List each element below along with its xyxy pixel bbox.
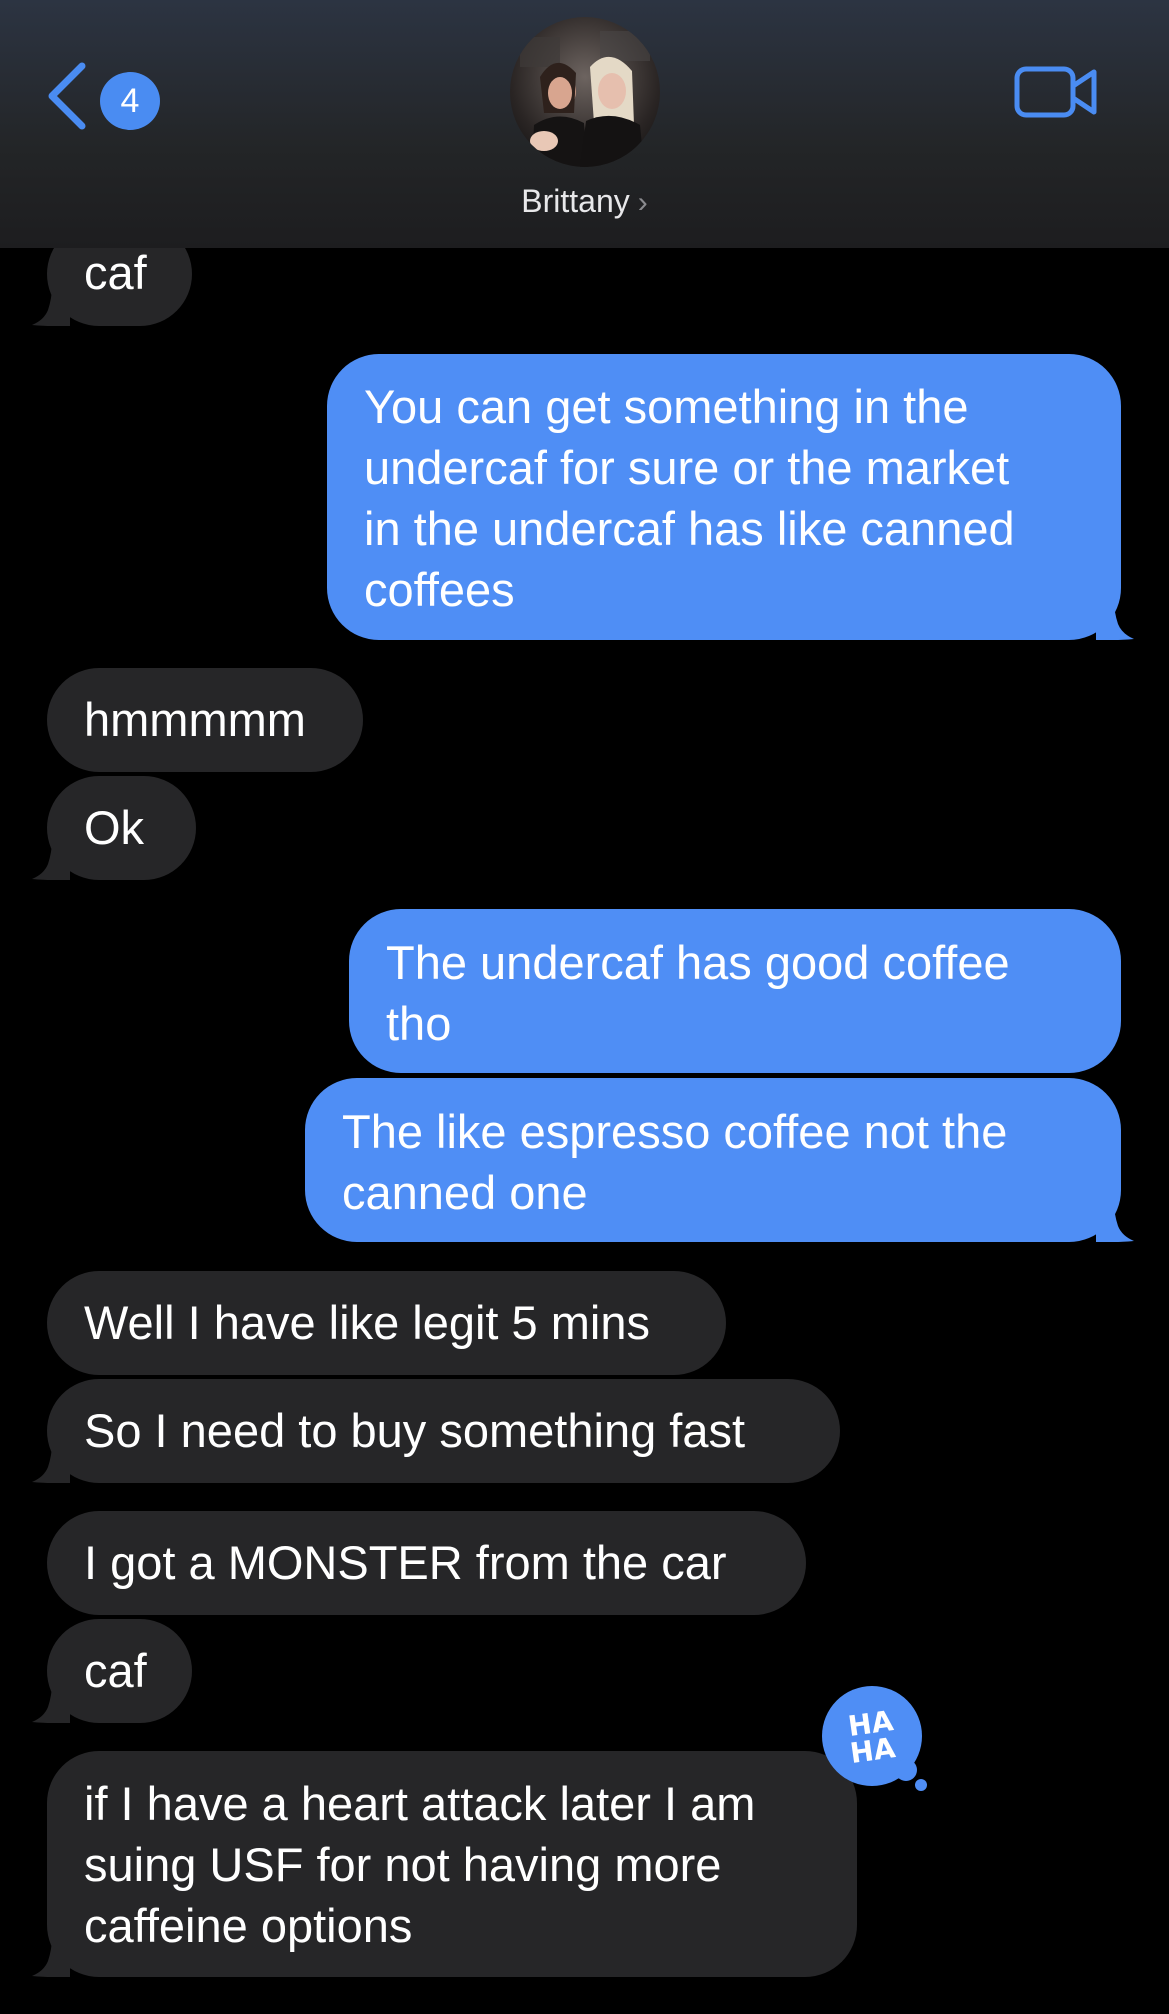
message-line: coffees	[364, 563, 515, 616]
message-line: caffeine options	[84, 1899, 413, 1952]
incoming-message[interactable]: hmmmmm	[47, 668, 363, 772]
conversation-header: 4 Brittany ›	[0, 0, 1169, 248]
message-text: caf	[84, 246, 147, 299]
message-text: Ok	[84, 801, 145, 854]
contact-avatar[interactable]	[510, 17, 660, 167]
incoming-bubble-tail	[32, 1683, 70, 1723]
contact-name: Brittany	[521, 183, 630, 219]
outgoing-message[interactable]: The like espresso coffee not the canned …	[305, 1078, 1121, 1242]
incoming-bubble-tail	[32, 286, 70, 326]
message-text: I got a MONSTER from the car	[84, 1536, 727, 1589]
outgoing-bubble-tail	[1096, 600, 1134, 640]
outgoing-message[interactable]: You can get something in the undercaf fo…	[327, 354, 1121, 640]
video-camera-icon[interactable]	[1014, 64, 1098, 120]
incoming-message[interactable]: if I have a heart attack later I am suin…	[47, 1751, 857, 1977]
incoming-message[interactable]: So I need to buy something fast	[47, 1379, 840, 1483]
contact-name-row[interactable]: Brittany ›	[0, 176, 1169, 228]
message-text: So I need to buy something fast	[84, 1404, 746, 1457]
message-line: The like espresso coffee not the	[342, 1105, 1008, 1158]
outgoing-message[interactable]: The undercaf has good coffee tho	[349, 909, 1121, 1073]
message-line: canned one	[342, 1166, 588, 1219]
message-line: in the undercaf has like canned	[364, 502, 1015, 555]
message-line: tho	[386, 997, 452, 1050]
message-line: You can get something in the	[364, 380, 969, 433]
back-button[interactable]: 4	[44, 60, 160, 132]
haha-reaction-icon[interactable]: HA HA	[822, 1686, 930, 1794]
incoming-bubble-tail	[32, 1443, 70, 1483]
message-line: if I have a heart attack later I am	[84, 1777, 756, 1830]
outgoing-bubble-tail	[1096, 1202, 1134, 1242]
message-text: caf	[84, 1644, 147, 1697]
avatar-photo	[510, 17, 660, 167]
incoming-message[interactable]: I got a MONSTER from the car	[47, 1511, 806, 1615]
message-line: suing USF for not having more	[84, 1838, 722, 1891]
haha-label-bottom: HA	[848, 1731, 898, 1770]
chevron-left-icon	[48, 62, 86, 130]
incoming-bubble-tail	[32, 840, 70, 880]
message-text: hmmmmm	[84, 693, 306, 746]
unread-count-badge: 4	[100, 72, 160, 130]
incoming-bubble-tail	[32, 1937, 70, 1977]
message-line: undercaf for sure or the market	[364, 441, 1010, 494]
incoming-message[interactable]: Well I have like legit 5 mins	[47, 1271, 726, 1375]
message-text: Well I have like legit 5 mins	[84, 1296, 650, 1349]
chevron-right-icon: ›	[637, 186, 648, 219]
message-line: The undercaf has good coffee	[386, 936, 1010, 989]
